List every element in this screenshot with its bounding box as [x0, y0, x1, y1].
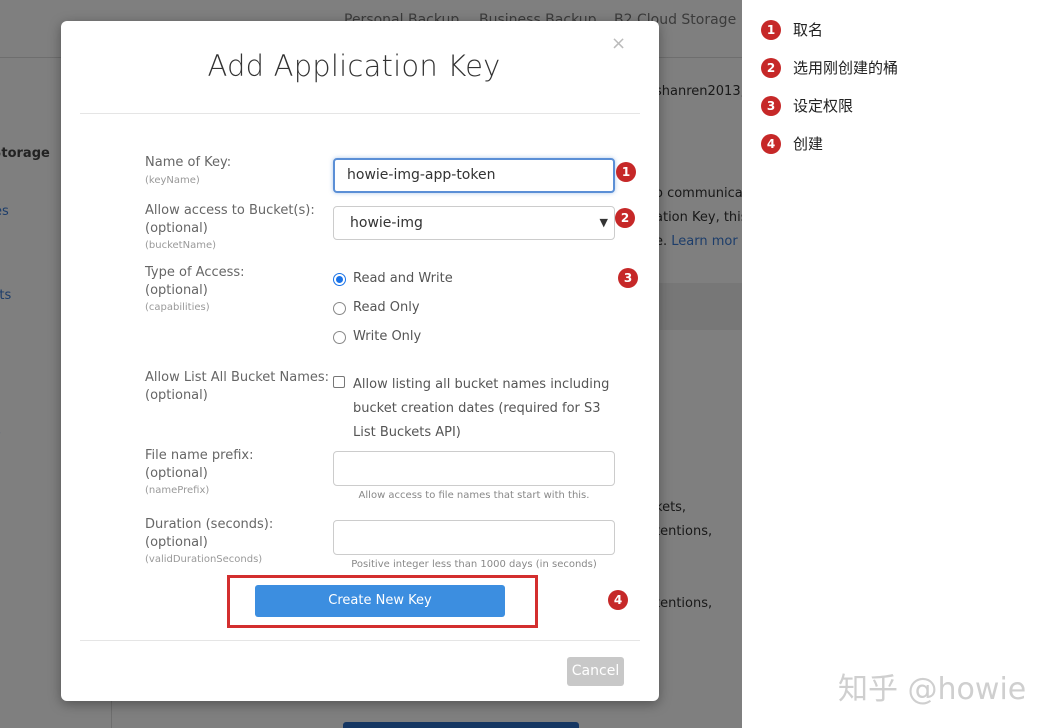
- radio-selected-icon[interactable]: [333, 273, 346, 286]
- footer-divider: [80, 640, 640, 641]
- bucket-label: Allow access to Bucket(s):: [145, 203, 315, 218]
- create-button-highlight: [227, 575, 538, 628]
- bucket-optional: (optional): [145, 221, 208, 236]
- access-hint: (capabilities): [145, 302, 210, 313]
- list-all-optional: (optional): [145, 388, 208, 403]
- legend-text: 设定权限: [793, 97, 854, 115]
- close-icon[interactable]: ×: [611, 33, 626, 54]
- legend-item: 4 创建: [761, 133, 961, 155]
- modal-title: Add Application Key: [207, 49, 501, 83]
- chevron-down-icon: ▼: [599, 216, 608, 229]
- zhihu-watermark: 知乎 @howie: [838, 672, 1027, 707]
- marker-2: 2: [615, 208, 635, 228]
- marker-4: 4: [608, 590, 628, 610]
- prefix-label: File name prefix:: [145, 448, 254, 463]
- legend-text: 选用刚创建的桶: [793, 59, 899, 77]
- bucket-select-value: howie-img: [350, 215, 423, 231]
- access-optional: (optional): [145, 283, 208, 298]
- legend-text: 创建: [793, 135, 824, 153]
- prefix-help: Allow access to file names that start wi…: [358, 490, 590, 501]
- legend-marker: 1: [761, 20, 781, 40]
- radio-icon[interactable]: [333, 302, 346, 315]
- key-name-hint: (keyName): [145, 175, 200, 186]
- duration-hint: (validDurationSeconds): [145, 554, 263, 565]
- key-name-label: Name of Key:: [145, 155, 232, 170]
- prefix-input[interactable]: [333, 451, 615, 486]
- duration-help: Positive integer less than 1000 days (in…: [351, 559, 597, 570]
- legend-text: 取名: [793, 21, 824, 39]
- legend-item: 1 取名: [761, 19, 961, 41]
- radio-icon[interactable]: [333, 331, 346, 344]
- prefix-optional: (optional): [145, 466, 208, 481]
- radio-label: Write Only: [353, 329, 422, 344]
- legend-item: 2 选用刚创建的桶: [761, 57, 961, 79]
- prefix-hint: (namePrefix): [145, 485, 210, 496]
- marker-1: 1: [616, 162, 636, 182]
- access-label: Type of Access:: [145, 265, 245, 280]
- marker-3: 3: [618, 268, 638, 288]
- legend-marker: 3: [761, 96, 781, 116]
- duration-optional: (optional): [145, 535, 208, 550]
- duration-input[interactable]: [333, 520, 615, 555]
- header-divider: [80, 113, 640, 114]
- list-all-label: Allow List All Bucket Names:: [145, 370, 330, 385]
- legend-marker: 4: [761, 134, 781, 154]
- legend-marker: 2: [761, 58, 781, 78]
- cancel-button[interactable]: Cancel: [567, 657, 624, 686]
- list-all-checkbox[interactable]: [333, 376, 345, 388]
- duration-label: Duration (seconds):: [145, 517, 274, 532]
- radio-label: Read and Write: [353, 271, 453, 286]
- radio-label: Read Only: [353, 300, 420, 315]
- bucket-select[interactable]: howie-img ▼: [333, 206, 615, 240]
- list-all-text: Allow listing all bucket names including…: [353, 377, 610, 440]
- key-name-input[interactable]: howie-img-app-token: [333, 158, 615, 193]
- bucket-hint: (bucketName): [145, 240, 216, 251]
- legend-item: 3 设定权限: [761, 95, 961, 117]
